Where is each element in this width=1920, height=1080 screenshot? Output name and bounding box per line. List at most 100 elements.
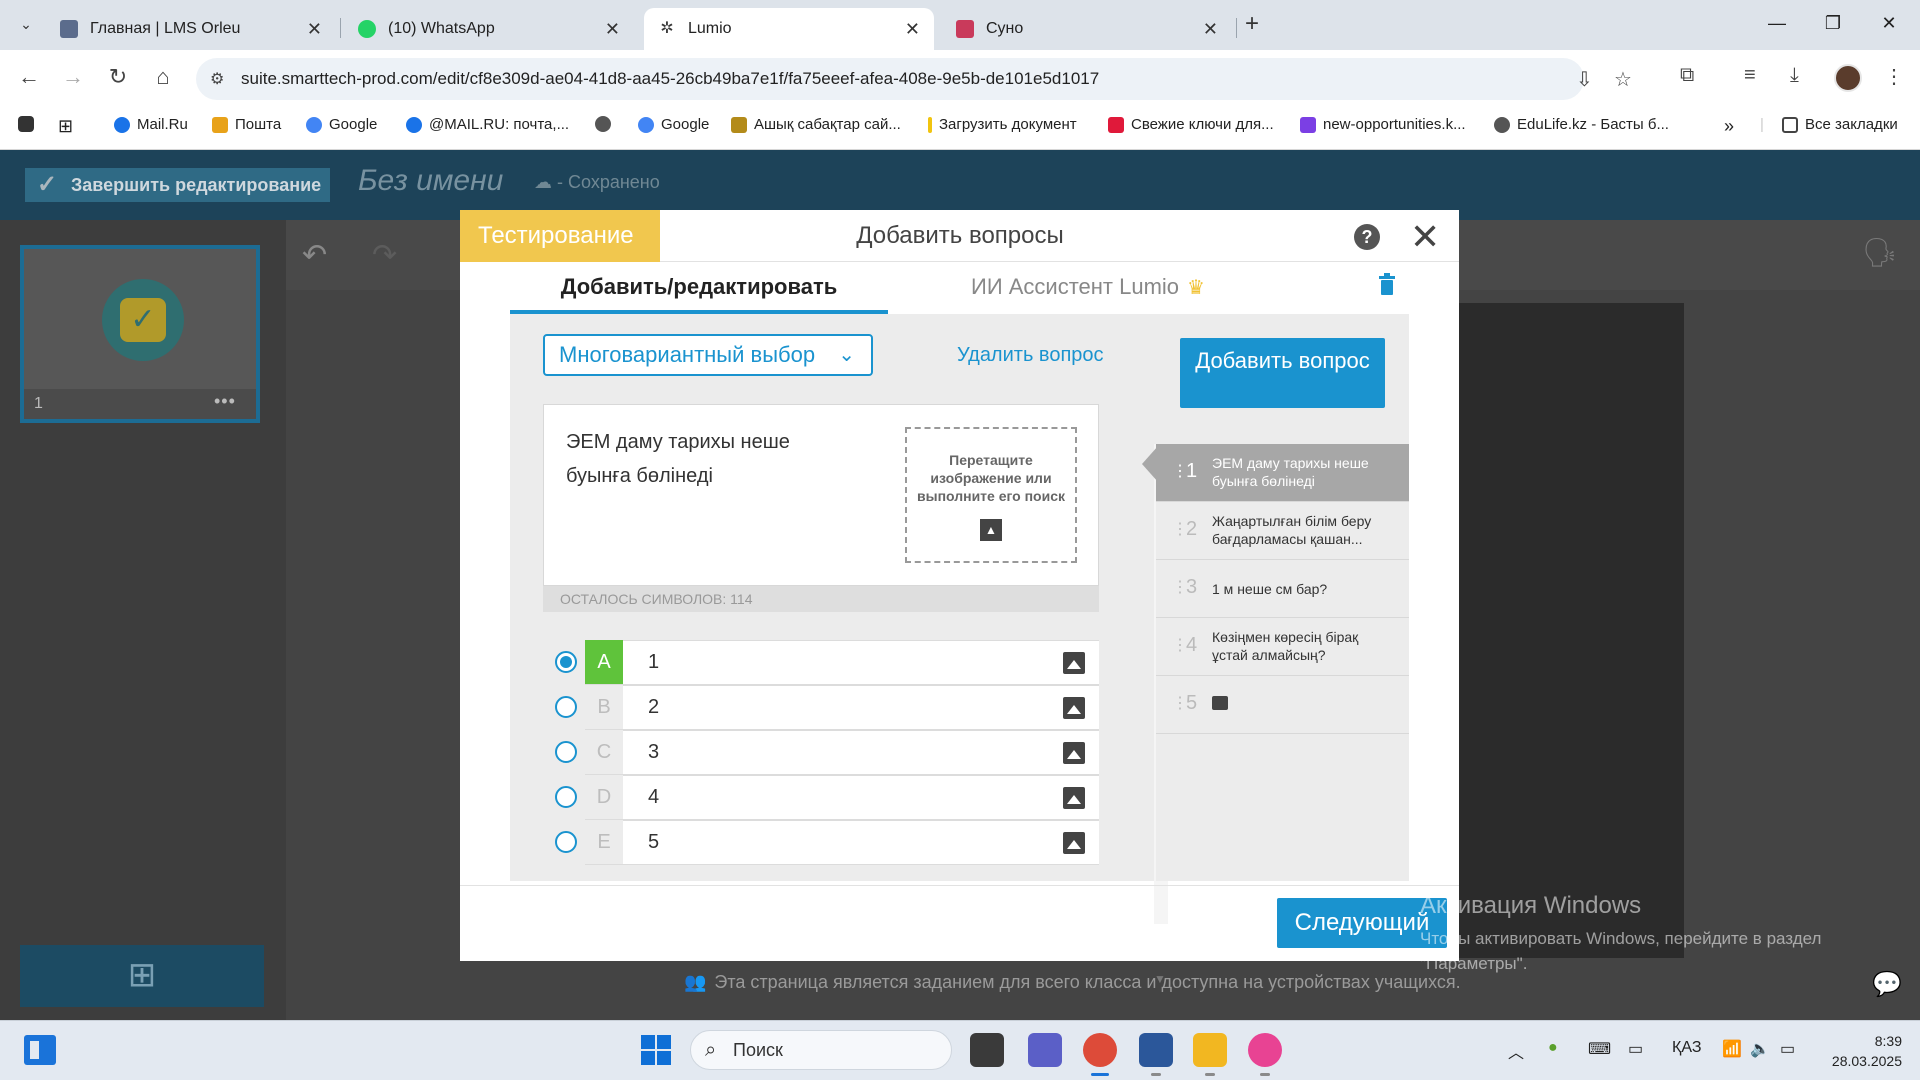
tab-suno[interactable]: Суно ✕ <box>942 8 1232 50</box>
correct-answer-radio[interactable] <box>555 696 577 718</box>
close-tab-icon[interactable]: ✕ <box>905 19 920 40</box>
new-tab-plus-icon[interactable]: + <box>1245 10 1259 38</box>
question-text-input[interactable]: ЭЕМ даму тарихы неше буынға бөлінеді <box>566 425 826 493</box>
slide-thumbnail[interactable]: ✓ 1 ••• <box>20 245 260 423</box>
scroll-down-arrow-icon[interactable]: ▼ <box>1154 972 1166 986</box>
battery-icon[interactable]: ▭ <box>1780 1039 1795 1059</box>
help-icon[interactable]: ? <box>1354 224 1380 250</box>
show-hidden-icons-chevron-icon[interactable]: ︿ <box>1508 1039 1524 1063</box>
answer-input[interactable]: 2 <box>623 685 1099 730</box>
image-drop-zone[interactable]: Перетащите изображение или выполните его… <box>905 427 1077 563</box>
reload-icon[interactable]: ↻ <box>103 64 133 90</box>
add-image-icon[interactable] <box>1063 652 1085 674</box>
url-omnibox[interactable]: ⚙ suite.smarttech-prod.com/edit/cf8e309d… <box>196 58 1632 100</box>
answer-input[interactable]: 4 <box>623 775 1099 820</box>
redo-icon[interactable]: ↷ <box>372 238 397 273</box>
correct-answer-radio[interactable] <box>555 786 577 808</box>
taskbar-search-box[interactable]: ⌕ Поиск <box>690 1030 952 1070</box>
keyboard-icon[interactable]: ⌨ <box>1588 1039 1611 1059</box>
question-list-item[interactable]: ⋮ 4 Көзіңмен көресің бірақ ұстай алмайсы… <box>1156 618 1409 676</box>
extensions-puzzle-icon[interactable]: ⧉ <box>1680 64 1694 87</box>
tab-search-chevron-icon[interactable]: ⌄ <box>12 10 40 38</box>
answer-input[interactable]: 5 <box>623 820 1099 865</box>
question-list-item[interactable]: ⋮ 2 Жаңартылған білім беру бағдарламасы … <box>1156 502 1409 560</box>
close-tab-icon[interactable]: ✕ <box>1203 19 1218 40</box>
undo-icon[interactable]: ↶ <box>302 238 327 273</box>
windows-start-icon[interactable] <box>641 1035 671 1065</box>
add-image-icon[interactable] <box>1063 697 1085 719</box>
feedback-chat-icon[interactable]: 💬 <box>1872 970 1902 999</box>
apps-grid-icon[interactable]: ⊞ <box>58 116 73 137</box>
add-slide-button[interactable]: ⊞ <box>20 945 264 1007</box>
tray-app-icon[interactable]: ● <box>1548 1039 1558 1057</box>
word-icon[interactable] <box>1139 1033 1173 1076</box>
document-title[interactable]: Без имени <box>358 164 503 198</box>
teams-icon[interactable] <box>1028 1033 1062 1067</box>
correct-answer-radio[interactable] <box>555 651 577 673</box>
correct-answer-radio[interactable] <box>555 741 577 763</box>
bookmark-google[interactable]: Google <box>306 116 377 133</box>
close-tab-icon[interactable]: ✕ <box>605 19 620 40</box>
tab-whatsapp[interactable]: (10) WhatsApp ✕ <box>344 8 634 50</box>
bookmark-poshta[interactable]: Пошта <box>212 116 281 133</box>
install-app-icon[interactable]: ⇩ <box>1576 67 1593 92</box>
tab-lumio[interactable]: ✲ Lumio ✕ <box>644 8 934 50</box>
close-window-icon[interactable]: ✕ <box>1866 8 1912 38</box>
site-info-icon[interactable]: ⚙ <box>210 69 224 89</box>
downloads-icon[interactable]: ⤓ <box>1790 64 1799 87</box>
bookmark-ashyk-sabaktar[interactable]: Ашық сабақтар сай... <box>731 116 901 133</box>
slide-options-more-icon[interactable]: ••• <box>214 391 236 412</box>
add-image-icon[interactable] <box>1063 787 1085 809</box>
close-dialog-icon[interactable]: ✕ <box>1410 216 1440 258</box>
voice-speaker-icon[interactable]: 🗣 <box>1862 236 1898 269</box>
bookmark-mailru-pochta[interactable]: @MAIL.RU: почта,... <box>406 116 569 133</box>
bookmark-google-2[interactable]: Google <box>638 116 709 133</box>
url-text[interactable]: suite.smarttech-prod.com/edit/cf8e309d-a… <box>241 69 1099 89</box>
input-language[interactable]: ҚАЗ <box>1672 1039 1701 1057</box>
media-control-icon[interactable]: ≡ <box>1744 64 1756 87</box>
question-text-box[interactable]: ЭЕМ даму тарихы неше буынға бөлінеді Пер… <box>543 404 1099 586</box>
apps-square-icon[interactable] <box>18 116 41 132</box>
tab-lms-orleu[interactable]: Главная | LMS Orleu ✕ <box>46 8 336 50</box>
delete-question-link[interactable]: Удалить вопрос <box>957 344 1104 367</box>
restore-window-icon[interactable]: ❐ <box>1810 8 1856 38</box>
delete-all-trash-icon[interactable] <box>1377 272 1397 296</box>
home-icon[interactable]: ⌂ <box>148 64 178 90</box>
bookmark-fresh-keys[interactable]: Свежие ключи для... <box>1108 116 1274 133</box>
file-explorer-icon[interactable] <box>1193 1033 1227 1076</box>
chrome-icon[interactable] <box>1083 1033 1117 1076</box>
task-view-icon[interactable] <box>970 1033 1004 1067</box>
correct-answer-radio[interactable] <box>555 831 577 853</box>
bookmark-upload-doc[interactable]: Загрузить документ <box>928 116 1077 133</box>
back-arrow-icon[interactable]: ← <box>14 64 44 90</box>
touchpad-icon[interactable]: ▭ <box>1628 1039 1643 1059</box>
answer-input[interactable]: 3 <box>623 730 1099 775</box>
colorful-app-icon[interactable] <box>1248 1033 1282 1076</box>
add-image-icon[interactable] <box>1063 832 1085 854</box>
more-bookmarks-chevron-icon[interactable]: » <box>1724 116 1734 137</box>
answer-input[interactable]: 1 <box>623 640 1099 685</box>
bookmark-star-icon[interactable]: ☆ <box>1614 67 1632 92</box>
profile-avatar[interactable] <box>1834 64 1862 92</box>
all-bookmarks-folder[interactable]: Все закладки <box>1782 116 1898 133</box>
bookmark-new-opportunities[interactable]: new-opportunities.k... <box>1300 116 1466 133</box>
widgets-icon[interactable] <box>24 1035 56 1065</box>
question-list-item[interactable]: ⋮ 5 <box>1156 676 1409 734</box>
bookmark-globe[interactable] <box>595 116 618 132</box>
close-tab-icon[interactable]: ✕ <box>307 19 322 40</box>
question-list-item[interactable]: ⋮ 3 1 м неше см бар? <box>1156 560 1409 618</box>
tab-ai-assistant[interactable]: ИИ Ассистент Lumio ♛ <box>888 262 1288 314</box>
browser-menu-kebab-icon[interactable]: ⋮ <box>1884 64 1904 89</box>
add-question-button[interactable]: Добавить вопрос <box>1180 338 1385 408</box>
system-clock[interactable]: 8:39 28.03.2025 <box>1818 1031 1902 1071</box>
volume-icon[interactable]: 🔈 <box>1750 1039 1770 1059</box>
question-type-dropdown[interactable]: Многовариантный выбор ⌄ <box>543 334 873 376</box>
minimize-window-icon[interactable]: — <box>1754 8 1800 38</box>
forward-arrow-icon[interactable]: → <box>58 64 88 90</box>
add-image-icon[interactable] <box>1063 742 1085 764</box>
finish-editing-button[interactable]: ✓ Завершить редактирование <box>25 168 330 202</box>
wifi-icon[interactable]: 📶 <box>1722 1039 1742 1059</box>
bookmark-mailru[interactable]: Mail.Ru <box>114 116 188 133</box>
tab-add-edit[interactable]: Добавить/редактировать <box>510 262 888 314</box>
bookmark-edulife[interactable]: EduLife.kz - Басты б... <box>1494 116 1669 133</box>
